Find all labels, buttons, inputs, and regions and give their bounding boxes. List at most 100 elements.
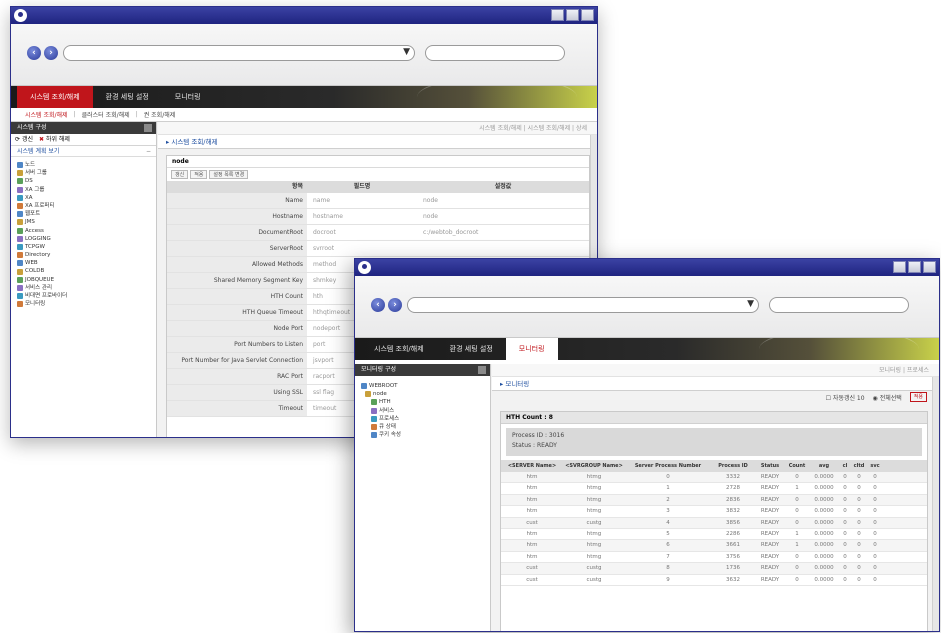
tab-monitoring[interactable]: 모니터링	[162, 86, 214, 108]
table-row[interactable]: htm htmg 1 2728 READY 1 0.0000 0 0 0	[501, 483, 927, 495]
table-cell: 0	[873, 576, 877, 583]
search-input[interactable]	[425, 45, 565, 61]
tree-item[interactable]: XA	[17, 194, 156, 202]
forward-icon[interactable]: ›	[388, 298, 402, 312]
tree-item[interactable]: DS	[17, 177, 156, 185]
dropdown-arrow-icon[interactable]: ▼	[747, 299, 754, 309]
auto-refresh-checkbox[interactable]: ☐ 자동갱신 10	[826, 393, 865, 402]
back-icon[interactable]: ‹	[27, 46, 41, 60]
tree-item[interactable]: 프로세스	[361, 415, 490, 423]
tree-item-label: DS	[25, 178, 33, 185]
minimize-button[interactable]	[551, 9, 564, 21]
tab-system-query[interactable]: 시스템 조회/해제	[361, 338, 437, 360]
forward-icon[interactable]: ›	[44, 46, 58, 60]
collapse-icon[interactable]	[144, 124, 152, 132]
table-row[interactable]: cust custg 8 1736 READY 0 0.0000 0 0 0	[501, 563, 927, 575]
submenu-cluster-query[interactable]: 클러스터 조회/해제	[82, 110, 130, 119]
table-row[interactable]: htm htmg 3 3832 READY 0 0.0000 0 0 0	[501, 506, 927, 518]
table-cell: 0.0000	[814, 565, 834, 572]
search-input[interactable]	[769, 297, 909, 313]
tree-item[interactable]: 서버 그룹	[17, 169, 156, 177]
tree-item[interactable]: COLDB	[17, 267, 156, 275]
apply-button[interactable]: 적용	[190, 170, 208, 179]
collapse-icon[interactable]	[478, 366, 486, 374]
row-value[interactable]	[417, 241, 589, 256]
minimize-button[interactable]	[893, 261, 906, 273]
tree-item[interactable]: TCPGW	[17, 243, 156, 251]
maximize-button[interactable]	[908, 261, 921, 273]
tree-item[interactable]: 모니터링	[17, 300, 156, 308]
row-value[interactable]: node	[417, 193, 589, 208]
table-cell: 0	[873, 474, 877, 480]
tab-system-query[interactable]: 시스템 조회/해제	[17, 86, 93, 108]
tree-item-label: WEB	[25, 260, 38, 267]
table-row: Name name node	[167, 193, 589, 209]
dropdown-arrow-icon[interactable]: ▼	[403, 47, 410, 57]
tree-item[interactable]: WEBROOT	[361, 382, 490, 390]
table-cell: READY	[760, 485, 780, 492]
table-row[interactable]: htm htmg 2 2836 READY 0 0.0000 0 0 0	[501, 494, 927, 507]
tree-item[interactable]: 웹포트	[17, 210, 156, 218]
tree-item[interactable]: 쿠키 속성	[361, 431, 490, 439]
close-button[interactable]	[581, 9, 594, 21]
apply-button[interactable]: 적용	[909, 392, 927, 402]
tree-item[interactable]: XA 그룹	[17, 186, 156, 194]
tab-monitoring[interactable]: 모니터링	[505, 338, 558, 360]
row-field[interactable]: hostname	[307, 209, 417, 224]
table-row[interactable]: htm htmg 0 3332 READY 0 0.0000 0 0 0	[501, 472, 927, 484]
table-row[interactable]: cust custg 4 3856 READY 0 0.0000 0 0 0	[501, 517, 927, 529]
table-cell: 0	[873, 530, 877, 537]
tree-item[interactable]: node	[361, 390, 490, 398]
table-cell: 0	[857, 485, 861, 492]
tree-item[interactable]: XA 프로퍼티	[17, 202, 156, 210]
refresh-panel-button[interactable]: 갱신	[171, 170, 189, 179]
table-row[interactable]: htm htmg 5 2286 READY 1 0.0000 0 0 0	[501, 528, 927, 541]
row-value[interactable]: c:/webtob_docroot	[417, 225, 589, 240]
table-cell: htm	[526, 530, 538, 537]
tree-item[interactable]: 비대면 프로바이더	[17, 292, 156, 300]
close-button[interactable]	[923, 261, 936, 273]
row-field[interactable]: svrroot	[307, 241, 417, 256]
back-icon[interactable]: ‹	[371, 298, 385, 312]
table-row[interactable]: cust custg 9 3632 READY 0 0.0000 0 0 0	[501, 574, 927, 586]
tree-item[interactable]: 서비스 관리	[17, 284, 156, 292]
tab-environment-settings[interactable]: 환경 세팅 설정	[437, 338, 506, 360]
table-row[interactable]: htm htmg 6 3661 READY 1 0.0000 0 0 0	[501, 540, 927, 552]
refresh-button[interactable]: ⟳ 갱신	[15, 134, 33, 145]
tab-environment-settings[interactable]: 환경 세팅 설정	[93, 86, 162, 108]
table-cell: htm	[526, 485, 538, 492]
sidebar-title: 시스템 구성	[17, 124, 47, 131]
select-all-label: 전체선택	[879, 394, 902, 402]
release-button[interactable]: ✖ 하위 해제	[39, 134, 70, 145]
process-info: Process ID : 3016 Status : READY	[506, 428, 922, 456]
tree-item[interactable]: JMS	[17, 218, 156, 226]
column-header: <SERVER Name>	[507, 463, 557, 469]
table-cell: 1	[666, 485, 670, 492]
tree-item[interactable]: 서비스	[361, 407, 490, 415]
tree-item[interactable]: HTH	[361, 398, 490, 406]
maximize-button[interactable]	[566, 9, 579, 21]
tree-item[interactable]: Access	[17, 227, 156, 235]
row-field[interactable]: name	[307, 193, 417, 208]
table-cell: 1736	[726, 565, 740, 572]
change-settings-button[interactable]: 설정 목록 변경	[209, 170, 249, 179]
tree-item[interactable]: 노드	[17, 161, 156, 169]
tree-item[interactable]: WEB	[17, 259, 156, 267]
table-row[interactable]: htm htmg 7 3756 READY 0 0.0000 0 0 0	[501, 551, 927, 564]
address-bar[interactable]: ▼	[63, 45, 415, 61]
tree-item[interactable]: Directory	[17, 251, 156, 259]
row-value[interactable]: node	[417, 209, 589, 224]
submenu-node-query[interactable]: 권 조회/해제	[144, 110, 176, 119]
tree-item[interactable]: JOBQUEUE	[17, 276, 156, 284]
tree-item[interactable]: LOGGING	[17, 235, 156, 243]
row-field[interactable]: docroot	[307, 225, 417, 240]
folder-icon	[17, 186, 23, 193]
folder-icon	[17, 268, 23, 275]
toggle-icon[interactable]: −	[146, 146, 151, 157]
address-bar[interactable]: ▼	[407, 297, 759, 313]
tree-item[interactable]: 큐 상태	[361, 423, 490, 431]
tree-item-label: 쿠키 속성	[379, 432, 401, 439]
select-all-radio[interactable]: ◉ 전체선택	[873, 393, 902, 402]
vertical-scrollbar[interactable]	[932, 377, 939, 631]
submenu-system-query[interactable]: 시스템 조회/해제	[25, 110, 68, 119]
